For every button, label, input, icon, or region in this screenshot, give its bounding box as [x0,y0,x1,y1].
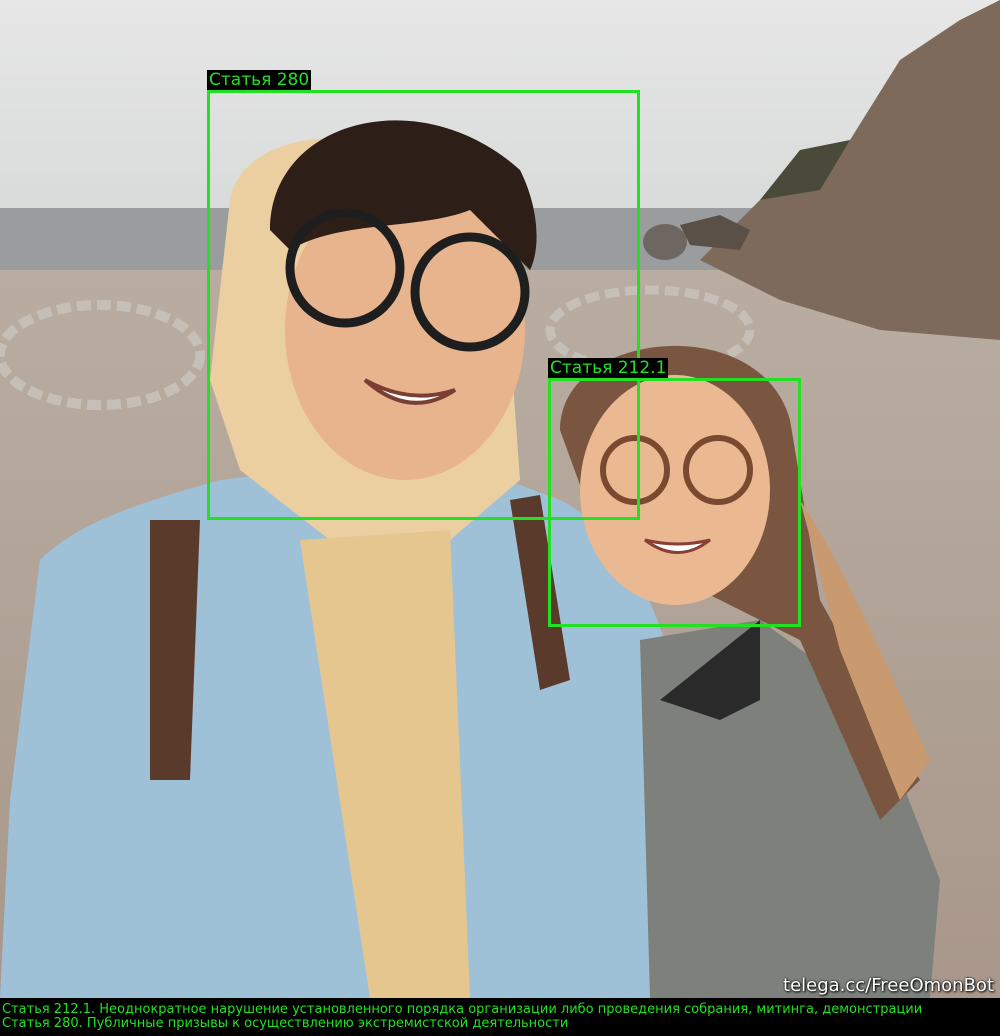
detection-label-woman: Статья 212.1 [548,358,669,378]
watermark-text: telega.cc/FreeOmonBot [783,975,994,996]
caption-line-2: Статья 280. Публичные призывы к осуществ… [2,1016,569,1031]
caption-bar: Статья 212.1. Неоднократное нарушение ус… [0,998,1000,1036]
caption-line-1: Статья 212.1. Неоднократное нарушение ус… [2,1002,923,1017]
detection-box-woman [548,378,801,627]
detection-label-man: Статья 280 [207,70,312,90]
